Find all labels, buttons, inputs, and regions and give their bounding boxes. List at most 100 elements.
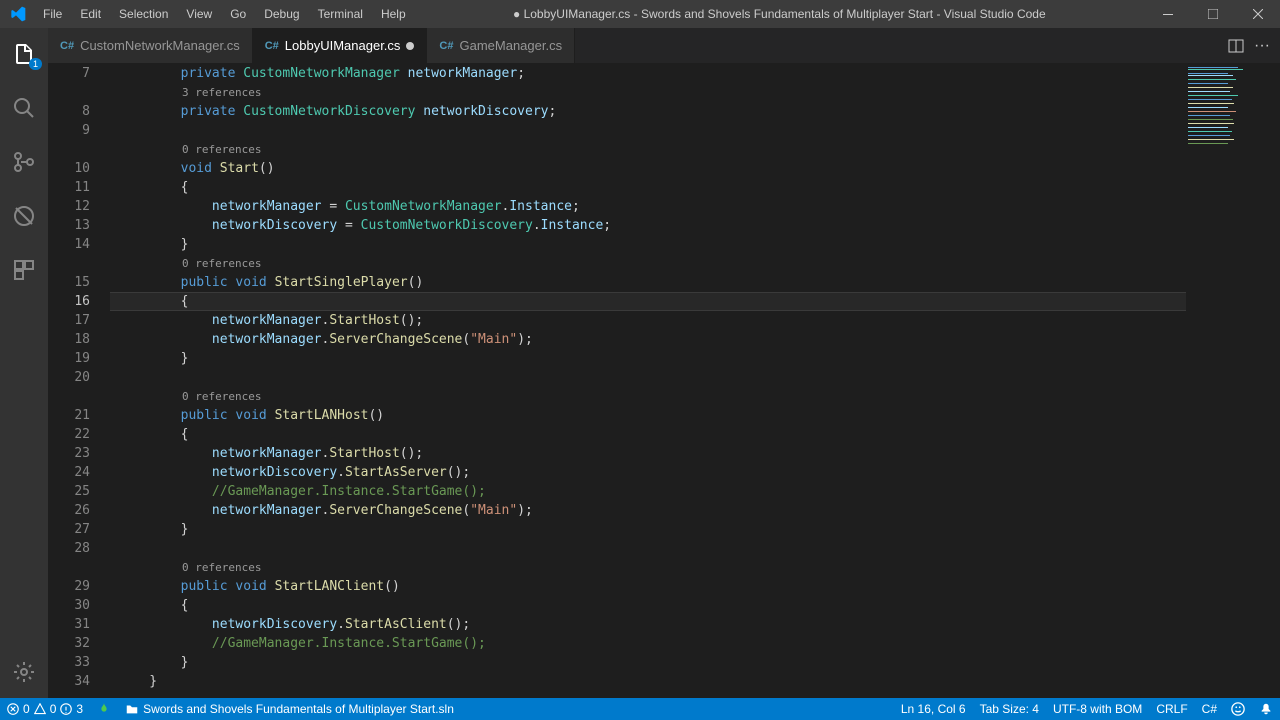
line-number: 20	[48, 368, 90, 387]
csharp-file-icon: C#	[60, 40, 74, 52]
statusbar: 0 0 3 Swords and Shovels Fundamentals of…	[0, 698, 1280, 720]
code-line[interactable]: networkManager = CustomNetworkManager.In…	[110, 197, 1186, 216]
gutter-blank	[48, 140, 90, 159]
menu-selection[interactable]: Selection	[111, 3, 176, 25]
menu-go[interactable]: Go	[222, 3, 254, 25]
menu-help[interactable]: Help	[373, 3, 414, 25]
code-line[interactable]: networkManager.ServerChangeScene("Main")…	[110, 501, 1186, 520]
minimap[interactable]	[1186, 63, 1266, 698]
menu-terminal[interactable]: Terminal	[310, 3, 371, 25]
extensions-icon[interactable]	[0, 250, 48, 290]
code-line[interactable]: {	[110, 178, 1186, 197]
warning-count: 0	[50, 702, 57, 716]
editor-body[interactable]: 7891011121314151617181920212223242526272…	[48, 63, 1280, 698]
more-actions-icon[interactable]: ···	[1254, 37, 1270, 55]
code-line[interactable]: public void StartSinglePlayer()	[110, 273, 1186, 292]
error-count: 0	[23, 702, 30, 716]
code-line[interactable]	[110, 539, 1186, 558]
minimize-button[interactable]	[1145, 0, 1190, 28]
status-tab-size[interactable]: Tab Size: 4	[973, 698, 1046, 720]
code-line[interactable]: }	[110, 520, 1186, 539]
gutter-blank	[48, 83, 90, 102]
menu-file[interactable]: File	[35, 3, 70, 25]
line-number: 31	[48, 615, 90, 634]
code-line[interactable]: //GameManager.Instance.StartGame();	[110, 482, 1186, 501]
explorer-icon[interactable]: 1	[0, 34, 48, 74]
dirty-indicator-icon	[406, 42, 414, 50]
explorer-badge: 1	[29, 58, 42, 70]
line-number: 33	[48, 653, 90, 672]
line-number: 12	[48, 197, 90, 216]
status-solution[interactable]: Swords and Shovels Fundamentals of Multi…	[118, 698, 461, 720]
code-line[interactable]: }	[110, 653, 1186, 672]
menu-view[interactable]: View	[178, 3, 220, 25]
gutter-blank	[48, 387, 90, 406]
tab-customnetworkmanager[interactable]: C# CustomNetworkManager.cs	[48, 28, 253, 63]
code-line[interactable]: }	[110, 349, 1186, 368]
split-editor-icon[interactable]	[1228, 38, 1244, 54]
line-number: 34	[48, 672, 90, 691]
line-number: 13	[48, 216, 90, 235]
status-notifications-icon[interactable]	[1252, 698, 1280, 720]
code-line[interactable]: networkDiscovery.StartAsServer();	[110, 463, 1186, 482]
line-number: 32	[48, 634, 90, 653]
line-number: 10	[48, 159, 90, 178]
codelens[interactable]: 0 references	[110, 254, 1186, 273]
code-line[interactable]: }	[110, 672, 1186, 691]
code-line[interactable]: public void StartLANHost()	[110, 406, 1186, 425]
code-line[interactable]: {	[110, 292, 1186, 311]
tab-gamemanager[interactable]: C# GameManager.cs	[427, 28, 575, 63]
codelens[interactable]: 0 references	[110, 387, 1186, 406]
status-feedback-icon[interactable]	[1224, 698, 1252, 720]
tab-label: GameManager.cs	[459, 38, 562, 53]
csharp-file-icon: C#	[439, 40, 453, 52]
close-button[interactable]	[1235, 0, 1280, 28]
code-line[interactable]: }	[110, 235, 1186, 254]
code-line[interactable]: networkDiscovery.StartAsClient();	[110, 615, 1186, 634]
maximize-button[interactable]	[1190, 0, 1235, 28]
line-number: 23	[48, 444, 90, 463]
line-number: 11	[48, 178, 90, 197]
vertical-scrollbar[interactable]	[1266, 63, 1280, 698]
code-line[interactable]: networkManager.StartHost();	[110, 311, 1186, 330]
code-line[interactable]: networkManager.ServerChangeScene("Main")…	[110, 330, 1186, 349]
debug-icon[interactable]	[0, 196, 48, 236]
status-omnisharp-flame[interactable]	[90, 698, 118, 720]
code-line[interactable]: //GameManager.Instance.StartGame();	[110, 634, 1186, 653]
code-line[interactable]: private CustomNetworkDiscovery networkDi…	[110, 102, 1186, 121]
line-number: 9	[48, 121, 90, 140]
status-language[interactable]: C#	[1195, 698, 1224, 720]
tab-lobbyuimanager[interactable]: C# LobbyUIManager.cs	[253, 28, 428, 63]
line-number: 18	[48, 330, 90, 349]
code-line[interactable]: {	[110, 596, 1186, 615]
info-count: 3	[76, 702, 83, 716]
line-number: 15	[48, 273, 90, 292]
status-eol[interactable]: CRLF	[1149, 698, 1194, 720]
menu-edit[interactable]: Edit	[72, 3, 109, 25]
codelens[interactable]: 0 references	[110, 140, 1186, 159]
code-content[interactable]: private CustomNetworkManager networkMana…	[110, 63, 1186, 698]
codelens[interactable]: 0 references	[110, 558, 1186, 577]
status-line-col[interactable]: Ln 16, Col 6	[894, 698, 973, 720]
code-line[interactable]: void Start()	[110, 159, 1186, 178]
gutter-blank	[48, 558, 90, 577]
source-control-icon[interactable]	[0, 142, 48, 182]
line-number: 25	[48, 482, 90, 501]
line-number: 21	[48, 406, 90, 425]
search-icon[interactable]	[0, 88, 48, 128]
code-line[interactable]	[110, 368, 1186, 387]
line-number: 17	[48, 311, 90, 330]
menu-debug[interactable]: Debug	[256, 3, 307, 25]
code-line[interactable]: private CustomNetworkManager networkMana…	[110, 64, 1186, 83]
settings-gear-icon[interactable]	[0, 652, 48, 692]
code-line[interactable]: networkDiscovery = CustomNetworkDiscover…	[110, 216, 1186, 235]
status-encoding[interactable]: UTF-8 with BOM	[1046, 698, 1149, 720]
tab-label: CustomNetworkManager.cs	[80, 38, 240, 53]
code-line[interactable]	[110, 121, 1186, 140]
status-problems[interactable]: 0 0 3	[0, 698, 90, 720]
code-line[interactable]: public void StartLANClient()	[110, 577, 1186, 596]
code-line[interactable]: {	[110, 425, 1186, 444]
code-line[interactable]: networkManager.StartHost();	[110, 444, 1186, 463]
menu-bar: File Edit Selection View Go Debug Termin…	[35, 3, 414, 25]
codelens[interactable]: 3 references	[110, 83, 1186, 102]
